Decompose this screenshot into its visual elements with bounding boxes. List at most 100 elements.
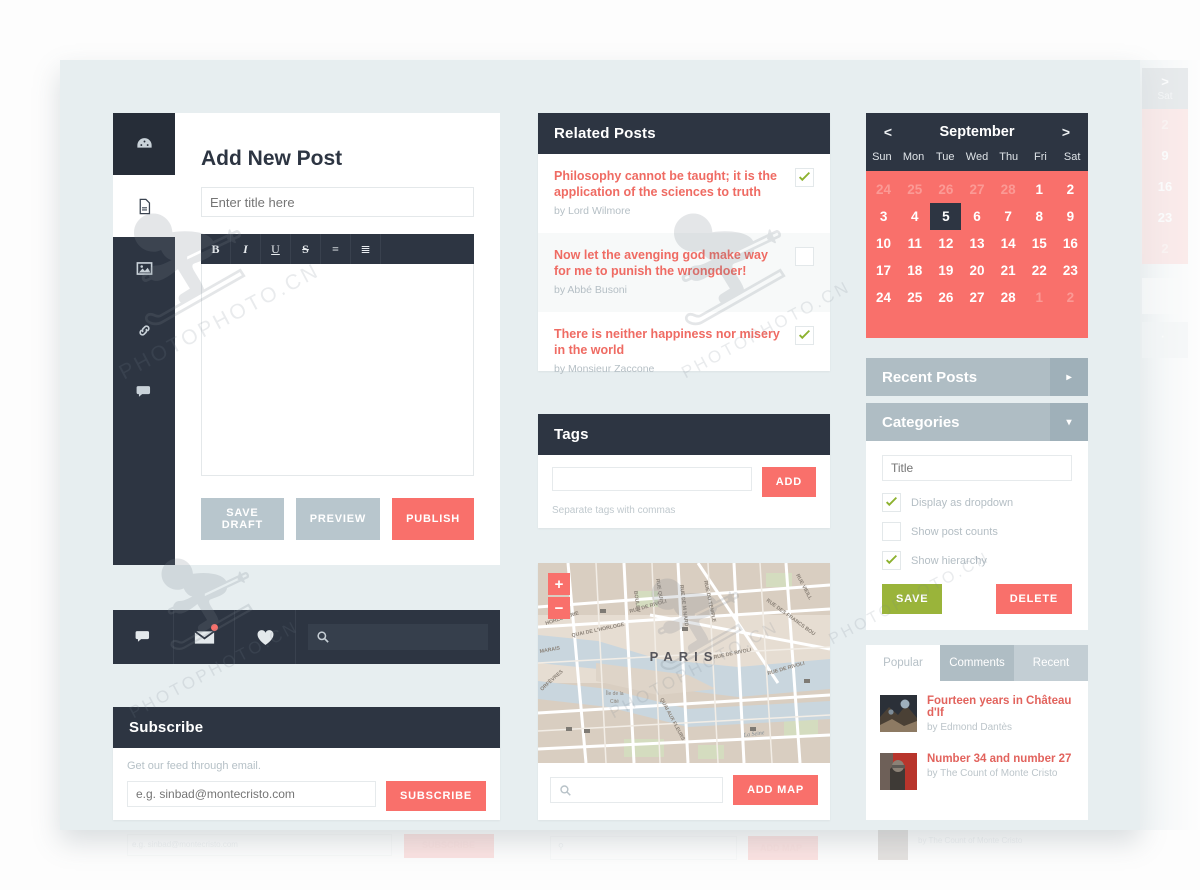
calendar-day[interactable]: 23 <box>1055 257 1086 284</box>
sidebar-item-media[interactable] <box>113 237 175 299</box>
related-post-checkbox[interactable] <box>795 247 814 266</box>
calendar-day[interactable]: 26 <box>930 284 961 311</box>
calendar-day[interactable]: 9 <box>1055 203 1086 230</box>
calendar-day[interactable]: 28 <box>993 284 1024 311</box>
calendar-day[interactable]: 7 <box>993 203 1024 230</box>
ordered-list-button[interactable]: ≣ <box>351 234 381 264</box>
post-title-input[interactable] <box>201 187 474 217</box>
calendar-day[interactable]: 4 <box>899 203 930 230</box>
zoom-in-button[interactable]: + <box>548 573 570 595</box>
show-hierarchy-checkbox[interactable] <box>882 551 901 570</box>
calendar-day[interactable]: 18 <box>899 257 930 284</box>
categories-header[interactable]: Categories ▾ <box>866 403 1088 441</box>
post-title: Fourteen years in Château d'If <box>927 695 1072 719</box>
calendar-day[interactable]: 15 <box>1024 230 1055 257</box>
calendar-day[interactable]: 22 <box>1024 257 1055 284</box>
unordered-list-button[interactable]: ≡ <box>321 234 351 264</box>
calendar-day[interactable]: 14 <box>993 230 1024 257</box>
recent-posts-header[interactable]: Recent Posts ▸ <box>866 358 1088 396</box>
calendar-prev-button[interactable]: < <box>866 124 910 140</box>
save-category-button[interactable]: SAVE <box>882 584 943 614</box>
bold-button[interactable]: B <box>201 234 231 264</box>
tag-input[interactable] <box>552 467 752 491</box>
post-title: Philosophy cannot be taught; it is the a… <box>554 169 777 199</box>
subscribe-button[interactable]: SUBSCRIBE <box>386 781 486 811</box>
option-row[interactable]: Display as dropdown <box>882 493 1072 512</box>
search-icon <box>560 784 571 796</box>
social-search <box>296 610 500 664</box>
calendar-day[interactable]: 25 <box>899 176 930 203</box>
calendar-day[interactable]: 20 <box>961 257 992 284</box>
publish-button[interactable]: PUBLISH <box>392 498 474 540</box>
calendar-day[interactable]: 26 <box>930 176 961 203</box>
calendar-day[interactable]: 8 <box>1024 203 1055 230</box>
card-edge-fade <box>1140 60 1200 830</box>
add-tag-button[interactable]: ADD <box>761 467 816 497</box>
calendar-day[interactable]: 28 <box>993 176 1024 203</box>
list-item[interactable]: Fourteen years in Château d'If by Edmond… <box>866 685 1088 743</box>
likes-button[interactable] <box>235 610 296 664</box>
calendar-day[interactable]: 24 <box>868 284 899 311</box>
sidebar-item-post[interactable] <box>113 175 175 237</box>
calendar-day[interactable]: 13 <box>961 230 992 257</box>
calendar-day[interactable]: 16 <box>1055 230 1086 257</box>
calendar-day[interactable]: 2 <box>1055 176 1086 203</box>
calendar-day[interactable]: 10 <box>868 230 899 257</box>
calendar-day[interactable]: 11 <box>899 230 930 257</box>
tab-bar: Popular Comments Recent <box>866 645 1088 681</box>
calendar-day[interactable]: 27 <box>961 284 992 311</box>
sidebar-item-comments[interactable] <box>113 361 175 423</box>
display-as-dropdown-checkbox[interactable] <box>882 493 901 512</box>
add-map-button[interactable]: ADD MAP <box>733 775 818 805</box>
delete-category-button[interactable]: DELETE <box>995 584 1072 614</box>
calendar-day[interactable]: 17 <box>868 257 899 284</box>
subscribe-note: Get our feed through email. <box>127 760 261 772</box>
map-search-input[interactable] <box>550 777 724 803</box>
related-post-checkbox[interactable] <box>795 326 814 345</box>
post-editor-panel: Add New Post B I U S ≡ ≣ SAVE DRAFT PREV… <box>113 113 500 565</box>
list-item[interactable]: Number 34 and number 27 by The Count of … <box>866 743 1088 800</box>
calendar-day[interactable]: 12 <box>930 230 961 257</box>
option-row[interactable]: Show hierarchy <box>882 551 1072 570</box>
save-draft-button[interactable]: SAVE DRAFT <box>201 498 284 540</box>
tab-popular[interactable]: Popular <box>866 645 940 681</box>
editor-actions: SAVE DRAFT PREVIEW PUBLISH <box>201 498 474 540</box>
underline-button[interactable]: U <box>261 234 291 264</box>
calendar-day[interactable]: 24 <box>868 176 899 203</box>
sidebar-item-links[interactable] <box>113 299 175 361</box>
sidebar-item-dashboard[interactable] <box>113 113 175 175</box>
option-row[interactable]: Show post counts <box>882 522 1072 541</box>
list-item[interactable]: There is neither happiness nor misery in… <box>538 312 830 391</box>
comments-button[interactable] <box>113 610 174 664</box>
related-post-checkbox[interactable] <box>795 168 814 187</box>
messages-button[interactable] <box>174 610 235 664</box>
zoom-out-button[interactable]: − <box>548 597 570 619</box>
search-input[interactable] <box>308 624 488 650</box>
calendar-day[interactable]: 6 <box>961 203 992 230</box>
calendar-day[interactable]: 21 <box>993 257 1024 284</box>
check-icon <box>886 555 897 565</box>
preview-button[interactable]: PREVIEW <box>295 498 381 540</box>
post-content-area[interactable] <box>201 264 474 476</box>
subscribe-email-input[interactable] <box>127 781 376 807</box>
italic-button[interactable]: I <box>231 234 261 264</box>
calendar-day-selected[interactable]: 5 <box>930 203 962 230</box>
calendar-day[interactable]: 19 <box>930 257 961 284</box>
calendar-next-button[interactable]: > <box>1044 124 1088 140</box>
tab-recent[interactable]: Recent <box>1014 645 1088 681</box>
category-title-input[interactable] <box>882 455 1072 481</box>
calendar-day[interactable]: 1 <box>1024 284 1055 311</box>
calendar-day[interactable]: 27 <box>961 176 992 203</box>
calendar-day[interactable]: 1 <box>1024 176 1055 203</box>
tab-content-list: Fourteen years in Château d'If by Edmond… <box>866 681 1088 800</box>
map-canvas[interactable]: BOULEV RUE QUI RUE DE M NARD RUE DU TEMP… <box>538 563 830 763</box>
calendar-day[interactable]: 25 <box>899 284 930 311</box>
list-item[interactable]: Philosophy cannot be taught; it is the a… <box>538 154 830 233</box>
calendar-day[interactable]: 2 <box>1055 284 1086 311</box>
tab-comments[interactable]: Comments <box>940 645 1014 681</box>
list-item[interactable]: Now let the avenging god make way for me… <box>538 233 830 312</box>
calendar-day[interactable]: 3 <box>868 203 899 230</box>
calendar-grid: 24 25 26 27 28 1 2 3 4 5 6 7 8 9 10 11 12 13 14 15 16 17 18 19 2… <box>866 171 1088 319</box>
show-post-counts-checkbox[interactable] <box>882 522 901 541</box>
strikethrough-button[interactable]: S <box>291 234 321 264</box>
